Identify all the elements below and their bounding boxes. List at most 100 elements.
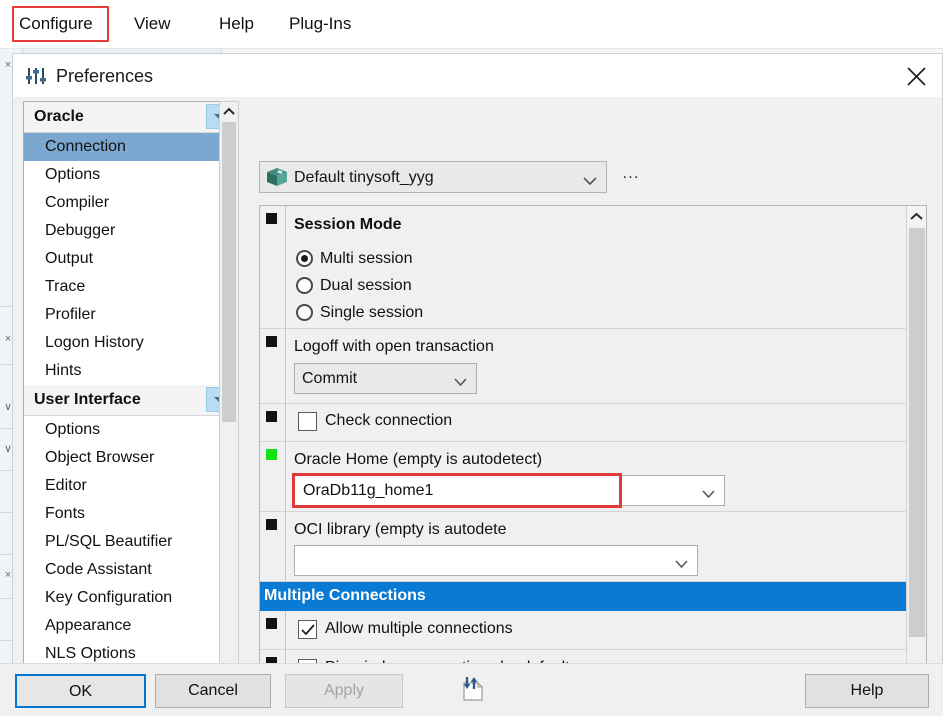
menu-bar: Configure View Help Plug-Ins xyxy=(0,0,943,49)
radio-label: Single session xyxy=(320,304,424,321)
setting-divider xyxy=(285,442,286,511)
configure-highlight-box xyxy=(12,6,109,42)
scroll-up-icon[interactable] xyxy=(907,206,926,225)
setting-marker xyxy=(266,336,277,347)
setting-body: OCI library (empty is autodete xyxy=(292,512,908,581)
setting-body: Logoff with open transaction Commit xyxy=(292,329,908,403)
allow-multiple-connections-label: Allow multiple connections xyxy=(325,620,513,637)
chevron-down-icon[interactable] xyxy=(702,486,715,504)
oracle-home-value: OraDb11g_home1 xyxy=(303,482,434,499)
sidebar-item-options[interactable]: Options xyxy=(24,161,237,189)
setting-row-check-connection: Check connection xyxy=(260,404,908,442)
setting-row-oci-library: OCI library (empty is autodete xyxy=(260,512,908,582)
oci-library-label: OCI library (empty is autodete xyxy=(294,521,507,538)
help-button[interactable]: Help xyxy=(805,674,929,708)
section-header-multiple-connections: Multiple Connections xyxy=(260,582,908,611)
setting-row-allow-multiple-connections: Allow multiple connections xyxy=(260,611,908,650)
sidebar-scroll-thumb[interactable] xyxy=(222,122,236,422)
logoff-label: Logoff with open transaction xyxy=(294,338,494,355)
sidebar-item-hints[interactable]: Hints xyxy=(24,357,237,385)
setting-body: Allow multiple connections xyxy=(292,611,908,649)
logoff-combobox[interactable]: Commit xyxy=(294,363,477,394)
setting-body: Oracle Home (empty is autodetect) OraDb1… xyxy=(292,442,908,511)
sidebar-group-label: Oracle xyxy=(34,108,84,125)
sliders-icon xyxy=(25,65,47,87)
preferences-dialog: Preferences Oracle Connection Options Co… xyxy=(12,53,943,716)
apply-button: Apply xyxy=(285,674,403,708)
sidebar-vertical-scrollbar[interactable] xyxy=(219,101,239,691)
connection-profile-value: Default tinysoft_yyg xyxy=(294,169,434,186)
sidebar-item-code-assistant[interactable]: Code Assistant xyxy=(24,556,237,584)
radio-indicator xyxy=(296,277,313,294)
chevron-down-icon[interactable] xyxy=(454,374,467,392)
oracle-home-input[interactable]: OraDb11g_home1 xyxy=(294,475,620,506)
settings-scroll-thumb[interactable] xyxy=(909,228,925,637)
radio-label: Dual session xyxy=(320,277,412,294)
sidebar-group-header-user-interface[interactable]: User Interface xyxy=(24,385,237,416)
oracle-home-label: Oracle Home (empty is autodetect) xyxy=(294,451,543,468)
setting-marker xyxy=(266,618,277,629)
setting-divider xyxy=(285,512,286,581)
scroll-up-icon[interactable] xyxy=(220,102,238,120)
sidebar-item-appearance[interactable]: Appearance xyxy=(24,612,237,640)
ok-button[interactable]: OK xyxy=(15,674,146,708)
settings-vertical-scrollbar[interactable] xyxy=(906,206,926,709)
sidebar-item-profiler[interactable]: Profiler xyxy=(24,301,237,329)
setting-marker-modified xyxy=(266,449,277,460)
logoff-value: Commit xyxy=(302,370,358,387)
setting-divider xyxy=(285,404,286,441)
sidebar-group-label: User Interface xyxy=(34,391,141,408)
sidebar-group-header-oracle[interactable]: Oracle xyxy=(24,102,237,133)
sidebar-item-object-browser[interactable]: Object Browser xyxy=(24,444,237,472)
setting-row-oracle-home: Oracle Home (empty is autodetect) OraDb1… xyxy=(260,442,908,512)
sidebar-item-debugger[interactable]: Debugger xyxy=(24,217,237,245)
radio-indicator xyxy=(296,304,313,321)
screen: × × ∨ ∨ × Configure View Help Plug-Ins P… xyxy=(0,0,943,716)
connection-profile-combobox[interactable]: Default tinysoft_yyg xyxy=(259,161,607,193)
setting-divider xyxy=(285,206,286,328)
menu-item-help[interactable]: Help xyxy=(219,13,254,35)
allow-multiple-connections-checkbox[interactable] xyxy=(298,620,317,639)
setting-body: Session Mode Multi session Dual session … xyxy=(292,206,908,328)
section-header-label: Multiple Connections xyxy=(264,587,426,604)
radio-label: Multi session xyxy=(320,250,413,267)
setting-divider xyxy=(285,329,286,403)
radio-indicator xyxy=(296,250,313,267)
chevron-down-icon[interactable] xyxy=(675,556,688,574)
setting-body: Check connection xyxy=(292,404,908,441)
oci-library-combobox[interactable] xyxy=(294,545,698,576)
chevron-down-icon[interactable] xyxy=(583,173,597,191)
sidebar-item-connection[interactable]: Connection xyxy=(24,133,237,161)
check-connection-label: Check connection xyxy=(325,412,453,429)
setting-row-session-mode: Session Mode Multi session Dual session … xyxy=(260,206,908,329)
settings-list: Session Mode Multi session Dual session … xyxy=(260,206,908,689)
import-export-icon[interactable] xyxy=(460,675,488,703)
menu-item-plug-ins[interactable]: Plug-Ins xyxy=(289,13,351,35)
sidebar-item-trace[interactable]: Trace xyxy=(24,273,237,301)
sidebar-item-ui-options[interactable]: Options xyxy=(24,416,237,444)
category-sidebar: Oracle Connection Options Compiler Debug… xyxy=(23,101,238,709)
dialog-title: Preferences xyxy=(56,66,154,86)
sidebar-item-plsql-beautifier[interactable]: PL/SQL Beautifier xyxy=(24,528,237,556)
session-mode-title: Session Mode xyxy=(294,216,402,233)
check-connection-checkbox[interactable] xyxy=(298,412,317,431)
sidebar-item-fonts[interactable]: Fonts xyxy=(24,500,237,528)
sidebar-item-logon-history[interactable]: Logon History xyxy=(24,329,237,357)
cancel-button[interactable]: Cancel xyxy=(155,674,271,708)
dialog-title-bar: Preferences xyxy=(13,54,942,97)
sidebar-item-output[interactable]: Output xyxy=(24,245,237,273)
settings-panel: Session Mode Multi session Dual session … xyxy=(259,205,927,710)
sidebar-item-key-configuration[interactable]: Key Configuration xyxy=(24,584,237,612)
close-icon[interactable] xyxy=(890,54,942,96)
profile-more-button[interactable]: ... xyxy=(619,164,643,188)
sidebar-item-compiler[interactable]: Compiler xyxy=(24,189,237,217)
setting-row-logoff: Logoff with open transaction Commit xyxy=(260,329,908,404)
package-icon xyxy=(266,167,288,188)
setting-marker xyxy=(266,213,277,224)
setting-marker xyxy=(266,519,277,530)
menu-item-view[interactable]: View xyxy=(134,13,171,35)
setting-marker xyxy=(266,411,277,422)
sidebar-item-editor[interactable]: Editor xyxy=(24,472,237,500)
setting-divider xyxy=(285,611,286,649)
oracle-home-combobox[interactable] xyxy=(620,475,725,506)
